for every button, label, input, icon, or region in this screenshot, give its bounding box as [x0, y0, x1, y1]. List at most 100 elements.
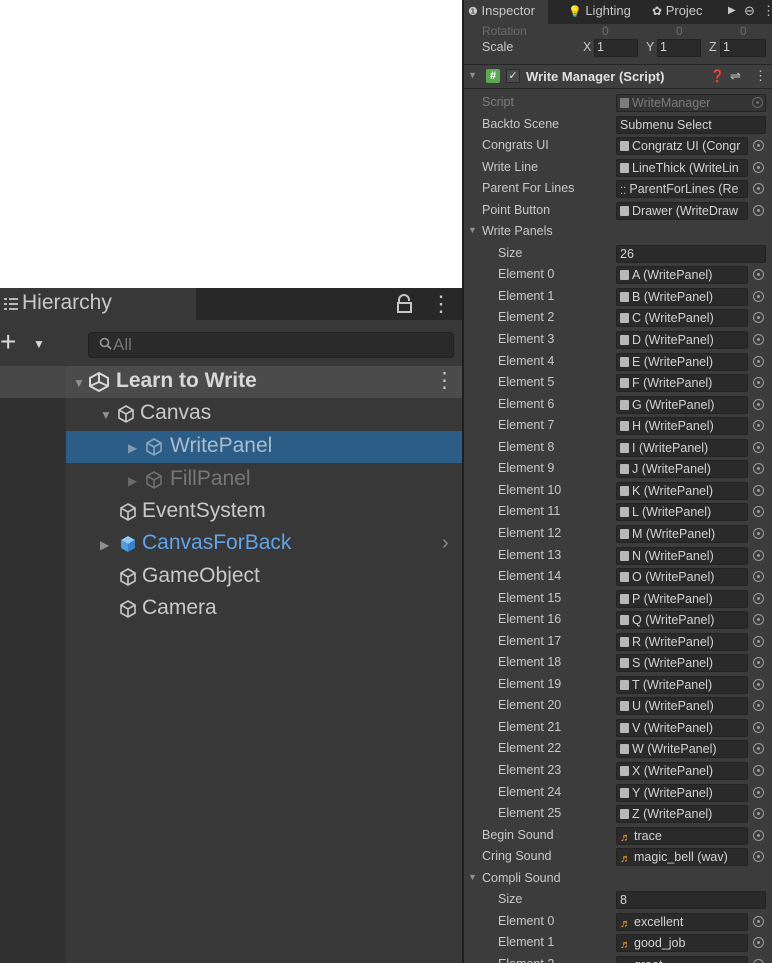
object-picker-icon[interactable]: [753, 549, 764, 561]
object-picker-icon[interactable]: [753, 657, 764, 669]
audio-field[interactable]: ♬great: [616, 955, 748, 963]
object-picker-icon[interactable]: [753, 614, 764, 626]
hierarchy-item-eventsystem[interactable]: EventSystem: [66, 496, 462, 528]
audio-field[interactable]: ♬ trace: [616, 826, 748, 845]
object-field[interactable]: L (WritePanel): [616, 503, 748, 522]
object-picker-icon[interactable]: [753, 334, 764, 345]
foldout-expanded-icon[interactable]: ▼: [100, 408, 112, 422]
object-picker-icon[interactable]: [753, 463, 764, 475]
object-field[interactable]: G (WritePanel): [616, 395, 748, 414]
lock-icon[interactable]: [396, 294, 414, 320]
hierarchy-item-camera[interactable]: Camera: [66, 593, 462, 625]
object-field[interactable]: S (WritePanel): [616, 654, 748, 673]
foldout-expanded-icon[interactable]: ▼: [468, 225, 477, 235]
object-picker-icon[interactable]: [753, 312, 764, 324]
hierarchy-tab[interactable]: Hierarchy: [0, 288, 196, 320]
object-picker-icon[interactable]: [753, 678, 764, 690]
audio-field[interactable]: ♬ magic_bell (wav): [616, 848, 748, 867]
object-field[interactable]: Q (WritePanel): [616, 611, 748, 630]
object-picker-icon[interactable]: [753, 829, 764, 841]
object-picker-icon[interactable]: [753, 808, 764, 820]
text-field[interactable]: Submenu Select: [616, 115, 766, 134]
object-field[interactable]: LineThick (WriteLin: [616, 158, 748, 177]
object-picker-icon[interactable]: [753, 441, 764, 453]
preset-settings-icon[interactable]: ⇌: [730, 68, 741, 84]
object-picker-icon[interactable]: [753, 506, 764, 518]
object-picker-icon[interactable]: [753, 269, 764, 281]
object-field[interactable]: U (WritePanel): [616, 697, 748, 716]
object-picker-icon[interactable]: [753, 743, 764, 755]
add-button[interactable]: +: [0, 328, 16, 356]
object-field[interactable]: M (WritePanel): [616, 524, 748, 543]
object-picker-icon[interactable]: [753, 161, 764, 173]
object-picker-icon[interactable]: [753, 183, 764, 195]
foldout-expanded-icon[interactable]: ▼: [468, 872, 477, 882]
object-picker-icon[interactable]: [753, 398, 764, 410]
object-field[interactable]: W (WritePanel): [616, 740, 748, 759]
scale-x-field[interactable]: 1: [594, 39, 638, 57]
object-picker-icon[interactable]: [753, 592, 764, 604]
object-picker-icon[interactable]: [753, 484, 764, 496]
search-box[interactable]: [88, 332, 454, 358]
tab-lighting[interactable]: 💡 Lighting: [568, 0, 631, 24]
object-picker-icon[interactable]: [753, 915, 764, 927]
object-picker-icon[interactable]: [753, 355, 764, 367]
object-picker-icon[interactable]: [753, 700, 764, 712]
object-picker-icon[interactable]: [753, 937, 764, 949]
scene-visibility-strip[interactable]: [0, 366, 66, 963]
chevron-down-icon[interactable]: ▼: [33, 337, 45, 351]
tab-overflow-icon[interactable]: ▶: [728, 0, 736, 24]
chevron-right-icon[interactable]: ›: [442, 532, 449, 555]
object-field[interactable]: T (WritePanel): [616, 675, 748, 694]
object-field[interactable]: B (WritePanel): [616, 287, 748, 306]
more-options-icon[interactable]: ⋮: [430, 291, 452, 317]
object-field[interactable]: E (WritePanel): [616, 352, 748, 371]
object-field[interactable]: O (WritePanel): [616, 568, 748, 587]
object-picker-icon[interactable]: [753, 290, 764, 302]
tab-project[interactable]: ✿ Projec: [652, 0, 703, 24]
foldout-expanded-icon[interactable]: ▼: [468, 70, 477, 80]
object-field[interactable]: Congratz UI (Congr: [616, 137, 748, 156]
hierarchy-item-canvas[interactable]: ▼ Canvas: [66, 398, 462, 430]
object-picker-icon[interactable]: [753, 958, 764, 963]
object-picker-icon[interactable]: [753, 765, 764, 776]
foldout-expanded-icon[interactable]: ▼: [73, 376, 85, 390]
object-field[interactable]: Y (WritePanel): [616, 783, 748, 802]
object-field[interactable]: H (WritePanel): [616, 417, 748, 436]
rotation-z-field[interactable]: 0: [740, 24, 747, 38]
scale-y-field[interactable]: 1: [657, 39, 701, 57]
object-picker-icon[interactable]: [753, 571, 764, 583]
object-field[interactable]: D (WritePanel): [616, 331, 748, 349]
object-field[interactable]: A (WritePanel): [616, 266, 748, 285]
hierarchy-item-canvasforback[interactable]: ▶ CanvasForBack: [66, 528, 462, 560]
size-field[interactable]: 8: [616, 891, 766, 910]
object-field[interactable]: R (WritePanel): [616, 632, 748, 651]
rotation-y-field[interactable]: 0: [676, 24, 683, 38]
scene-row[interactable]: ▼ Learn to Write: [66, 366, 462, 398]
object-picker-icon[interactable]: [753, 635, 764, 647]
size-field[interactable]: 26: [616, 244, 766, 263]
component-header[interactable]: ▼ # ✓ Write Manager (Script) ❓ ⇌ ⋮: [464, 64, 772, 89]
foldout-collapsed-icon[interactable]: ▶: [100, 538, 109, 552]
lock-icon[interactable]: ⊖: [744, 0, 755, 24]
foldout-collapsed-icon[interactable]: ▶: [128, 441, 137, 455]
hierarchy-item-writepanel[interactable]: ▶ WritePanel: [66, 431, 462, 463]
scene-options-icon[interactable]: ⋮: [434, 368, 455, 393]
object-field[interactable]: C (WritePanel): [616, 309, 748, 328]
object-field[interactable]: K (WritePanel): [616, 481, 748, 500]
scale-z-field[interactable]: 1: [720, 39, 766, 57]
object-field[interactable]: V (WritePanel): [616, 718, 748, 737]
object-field[interactable]: N (WritePanel): [616, 546, 748, 565]
component-menu-icon[interactable]: ⋮: [754, 68, 767, 84]
object-picker-icon[interactable]: [753, 420, 764, 432]
object-picker-icon[interactable]: [753, 140, 764, 152]
object-field[interactable]: ⁚⁚ ParentForLines (Re: [616, 180, 748, 199]
tab-inspector[interactable]: ❶ Inspector: [464, 0, 548, 24]
object-picker-icon[interactable]: [753, 721, 764, 733]
object-picker-icon[interactable]: [753, 377, 764, 389]
hierarchy-item-gameobject[interactable]: GameObject: [66, 561, 462, 593]
object-field[interactable]: P (WritePanel): [616, 589, 748, 608]
hierarchy-item-fillpanel[interactable]: ▶ FillPanel: [66, 464, 462, 496]
object-field[interactable]: J (WritePanel): [616, 460, 748, 479]
object-picker-icon[interactable]: [753, 851, 764, 863]
